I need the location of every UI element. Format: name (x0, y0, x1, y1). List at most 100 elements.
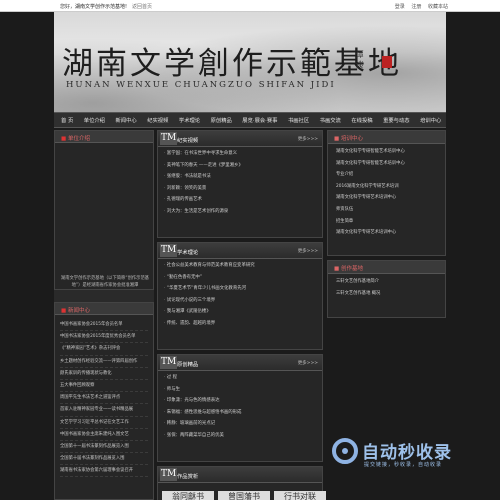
training-heading: ■ 培训中心 (328, 131, 445, 144)
left-column: ■ 单位介绍 湖南文学创作示范基地（以下简称“创作示范基地”）是经湖南省作家协会… (54, 130, 154, 500)
welcome-text: 您好，湖南文学创作示范基地! (60, 3, 127, 10)
training-item[interactable]: 招生简章 (336, 216, 437, 228)
original-item[interactable]: 师与生 (164, 384, 316, 396)
original-header: TM 原创精品 更多>>> (158, 355, 322, 371)
news-item[interactable]: 中国书画家协会主席朱建纯入围文艺 (60, 429, 148, 441)
theory-item[interactable]: “勤在色香有无中” (164, 272, 316, 284)
theory-header: TM 学术理论 更多>>> (158, 243, 322, 259)
training-item[interactable]: 湖南文化科学专研智能艺术培训中心 (336, 146, 437, 158)
training-item[interactable]: 湖南文化科学专研艺术培训中心 (336, 227, 437, 239)
watermark-overlay: 自动秒收录 提交链接，秒收录，自动收录 (332, 436, 480, 476)
news-heading-label: 新闻中心 (67, 308, 90, 314)
nav-item[interactable]: 展览·展会·赛事 (242, 116, 277, 124)
news-item[interactable]: 周国平先生书法艺术之道鉴评点 (60, 392, 148, 405)
video-item[interactable]: 美神笔下的春天 ——走进《梦里湘乡》 (164, 160, 316, 172)
gallery-thumbnail[interactable]: 曾国藩书 (218, 491, 270, 500)
training-item[interactable]: 2016湖南文化科学专研艺术培训 (336, 181, 437, 193)
video-item[interactable]: 张继俊：书法就是书法 (164, 171, 316, 183)
nav-item[interactable]: 单位介绍 (84, 116, 105, 124)
red-seal-icon (382, 56, 392, 68)
nav-item[interactable]: 重要与动态 (383, 116, 410, 124)
main-nav: 首 页 单位介绍 新闻中心 纪实视频 学术理论 原创精品 展览·展会·赛事 书画社区 书画交流 在… (54, 112, 446, 128)
news-item[interactable]: 中国书法家协会2015年度优秀会员名单 (60, 331, 148, 344)
nav-item[interactable]: 新闻中心 (115, 116, 136, 124)
nav-item[interactable]: 学术理论 (179, 116, 200, 124)
back-home-link[interactable]: 返回首页 (132, 3, 152, 10)
original-item[interactable]: 过 程 (164, 372, 316, 384)
theory-heading: 学术理论 (177, 250, 199, 256)
base-box: ■ 创作基地 三轩文艺创作基地简介 三轩文艺创作基地 概况 (327, 260, 446, 318)
bullet-icon: ■ (61, 308, 68, 314)
user-links: 登录 注册 收藏本站 (390, 3, 448, 10)
bullet-icon: ■ (61, 136, 68, 142)
news-item[interactable]: 中国书画家协会2015年会员名单 (60, 319, 148, 332)
theory-item[interactable]: 社会公益美术教育与师范美术教育应变革研究 (164, 260, 316, 272)
favorite-link[interactable]: 收藏本站 (428, 4, 448, 10)
base-heading-label: 创作基地 (340, 266, 363, 272)
original-item[interactable]: 朱锡福：感性思维与超感悟书画的形成 (164, 407, 316, 419)
news-item[interactable]: 湖南省书法家协会第六届理事会议召开 (60, 465, 148, 478)
original-item[interactable]: 张保：两阵藏菜华自己的优美 (164, 430, 316, 442)
nav-item[interactable]: 培训中心 (420, 116, 441, 124)
news-box: ■ 新闻中心 中国书画家协会2015年会员名单 中国书法家协会2015年度优秀会员… (54, 302, 154, 500)
original-heading: 原创精品 (177, 362, 199, 368)
theory-item[interactable]: 我与湘潭《武陵岳楼》 (164, 306, 316, 318)
nav-item[interactable]: 纪实视频 (147, 116, 168, 124)
news-item[interactable]: 全国第十一届书法篆刻作品展览入围 (60, 441, 148, 454)
gallery-thumbnail[interactable]: 翁同龢书 (162, 491, 214, 500)
site-title-pinyin: HUNAN WENXUE CHUANGZUO SHIFAN JIDI (66, 80, 336, 90)
training-item[interactable]: 师资队伍 (336, 204, 437, 216)
video-item[interactable]: 孔德瑞的传画艺术 (164, 194, 316, 206)
base-item[interactable]: 三轩文艺创作基地简介 (336, 276, 437, 288)
video-item[interactable]: 刘大为：生活是艺术创作的源泉 (164, 206, 316, 218)
news-item[interactable]: 颜氏家训的传播现状与教化 (60, 368, 148, 380)
training-item[interactable]: 专业介绍 (336, 169, 437, 181)
video-item[interactable]: 富学国：在书法世界中寻求生命意义 (164, 148, 316, 160)
nav-item[interactable]: 书画交流 (320, 116, 341, 124)
nav-item[interactable]: 原创精品 (211, 116, 232, 124)
tm-logo-icon: TM (160, 244, 178, 257)
original-more-link[interactable]: 更多>>> (298, 360, 318, 366)
gallery-header: TM 作品赏析 (158, 467, 322, 483)
original-item[interactable]: 韩静：玻璃画前的光点记 (164, 418, 316, 430)
gallery-box: TM 作品赏析 翁同龢书 曾国藩书 行书对联 (157, 466, 326, 500)
intro-heading-label: 单位介绍 (67, 136, 90, 142)
news-item[interactable]: 乡土题材创作经验交流——评第四届创作 (60, 356, 148, 368)
theory-item[interactable]: 试论现代小说的三个境界 (164, 295, 316, 307)
site-title-calligraphy: 湖南文学創作示範基地 (62, 46, 402, 82)
bullet-icon: ■ (334, 266, 341, 272)
intro-text[interactable]: 湖南文学创作示范基地（以下简称“创作示范基地”）是经湖南省作家协会批准湘潭 (58, 275, 152, 291)
news-item[interactable]: 《“精神家园”艺术》杂志刊评会 (60, 343, 148, 356)
top-bar: 您好，湖南文学创作示范基地! 返回首页 登录 注册 收藏本站 (0, 0, 500, 12)
video-box: TM 纪实视频 更多>>> 富学国：在书法世界中寻求生命意义美神笔下的春天 ——… (157, 130, 323, 238)
original-box: TM 原创精品 更多>>> 过 程师与生印象潇：光与色的情感表达朱锡福：感性思维… (157, 354, 323, 462)
video-heading: 纪实视频 (177, 138, 199, 144)
theory-item[interactable]: “华夏艺术节”青年少儿书画文化教育先河 (164, 283, 316, 295)
watermark-title: 自动秒收录 (362, 443, 452, 463)
news-item[interactable]: 首家入驻精神家园专业一一读书精品展 (60, 404, 148, 417)
theory-item[interactable]: 传统、遗韵、超越的境界 (164, 318, 316, 330)
nav-item[interactable]: 书画社区 (288, 116, 309, 124)
nav-item[interactable]: 在线投稿 (351, 116, 372, 124)
training-item[interactable]: 湖南文化科学专研智能艺术培训中心 (336, 158, 437, 170)
gallery-thumbnail[interactable]: 行书对联 (274, 491, 326, 500)
register-link[interactable]: 注册 (411, 4, 421, 10)
site-name-link[interactable]: 湖南文学创作示范基地! (75, 4, 127, 10)
video-header: TM 纪实视频 更多>>> (158, 131, 322, 147)
base-item[interactable]: 三轩文艺创作基地 概况 (336, 288, 437, 300)
theory-more-link[interactable]: 更多>>> (298, 248, 318, 254)
training-heading-label: 培训中心 (340, 136, 363, 142)
video-item[interactable]: 刘新颖：领笑的美景 (164, 183, 316, 195)
theory-box: TM 学术理论 更多>>> 社会公益美术教育与师范美术教育应变革研究“勤在色香有… (157, 242, 323, 350)
training-item[interactable]: 湖南文化科学专研艺术培训中心 (336, 192, 437, 204)
login-link[interactable]: 登录 (395, 4, 405, 10)
nav-item[interactable]: 首 页 (61, 116, 73, 124)
news-item[interactable]: 五大事件回顾观察 (60, 380, 148, 393)
gallery-thumbnails: 翁同龢书 曾国藩书 行书对联 (162, 491, 326, 500)
watermark-subtitle: 提交链接，秒收录，自动收录 (364, 462, 443, 468)
middle-column: TM 纪实视频 更多>>> 富学国：在书法世界中寻求生命意义美神笔下的春天 ——… (157, 130, 326, 500)
news-item[interactable]: 文艺学学习习近平总书记在文艺工作 (60, 417, 148, 429)
original-item[interactable]: 印象潇：光与色的情感表达 (164, 395, 316, 407)
news-item[interactable]: 全国第十届书法篆刻作品展览入围 (60, 453, 148, 466)
video-more-link[interactable]: 更多>>> (298, 136, 318, 142)
